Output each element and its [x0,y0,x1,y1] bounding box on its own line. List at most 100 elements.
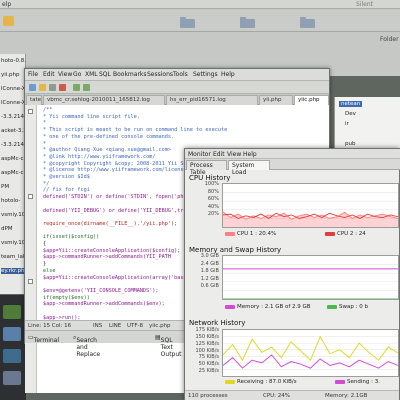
cpu2-swatch[interactable] [325,231,335,236]
receiving-swatch[interactable] [225,379,235,384]
tree-item[interactable]: netean [339,101,363,107]
code-line: $app=Yii::createConsoleApplication(array… [43,274,197,281]
open-file-icon[interactable] [39,84,46,91]
code-line: // fix for fcgi [43,187,90,194]
memory-history-graph [222,255,399,300]
menu-go[interactable]: Go [73,71,81,78]
code-line: * Yii command line script file. [43,113,140,120]
editor-tab[interactable]: hs_err_pid16571.log [166,95,258,105]
line-number-gutter [25,105,37,393]
menu-sessions[interactable]: Sessions [147,71,173,78]
code-line: * [43,120,47,127]
code-line: else [43,267,56,274]
list-item[interactable]: team_lal [1,254,26,260]
folder-icon[interactable] [240,17,255,28]
code-line: * [43,140,47,147]
list-item[interactable]: yii.php [1,72,26,78]
sending-legend: Sending : 3. [335,379,380,385]
file-name: yiic.php [149,323,171,329]
sql-output-label: SQL Text Output [160,337,182,358]
menu-view[interactable]: View [58,71,72,78]
sending-line [223,354,398,369]
list-item[interactable]: ey.rkr.php [1,268,26,274]
menu-xml[interactable]: XML [85,71,98,78]
list-item[interactable]: lConne-X- [1,100,26,106]
code-line: * @copyright Copyright &copy; 2008-2011 … [43,160,206,167]
menu-bookmarks[interactable]: Bookmarks [113,71,147,78]
menu-edit[interactable]: Edit [213,151,225,158]
terminal-label: Terminal [33,337,60,344]
cpu-y-tick: 80% [207,188,219,195]
editor-tab[interactable]: yii.php [259,95,293,105]
new-file-icon[interactable] [29,84,36,91]
background-menu-help[interactable]: elp [2,1,11,8]
list-item[interactable]: PM [1,184,26,190]
cpu1-area [223,211,398,227]
list-item[interactable]: acket-3.3 [1,128,26,134]
sending-swatch[interactable] [335,379,345,384]
code-line: require_once(dirname(__FILE__).'/yii.php… [43,220,178,227]
editor-tab[interactable]: vbmc_cr.sehlog-2010011_165812.log [43,95,165,105]
memory-swatch[interactable] [225,304,235,309]
menu-monitor[interactable]: Monitor [188,151,211,158]
menu-file[interactable]: File [28,71,38,78]
menu-tools[interactable]: Tools [173,71,188,78]
swap-legend-label: Swap : 0 b [339,304,368,310]
tree-item[interactable]: pub [345,141,355,147]
menu-view[interactable]: View [227,151,241,158]
menu-help[interactable]: Help [221,71,235,78]
menu-help[interactable]: Help [243,151,257,158]
close-icon[interactable] [59,84,66,91]
line-mode[interactable]: LINE [109,323,121,329]
network-y-tick: 75 KiB/s [198,354,219,361]
list-item[interactable]: aspMc-c [1,156,26,162]
app-icon[interactable] [3,327,21,341]
fold-marker[interactable] [28,194,33,199]
editor-tab[interactable]: yiic.php [294,95,329,105]
menu-edit[interactable]: Edit [43,71,55,78]
app-icon[interactable] [3,371,21,385]
memory-legend: Memory : 2.1 GB of 2.9 GB [225,304,311,310]
undo-icon[interactable] [73,84,80,91]
tree-item[interactable]: Dev [345,111,356,117]
monitor-tab[interactable]: Process Table [186,160,227,176]
cpu1-swatch[interactable] [225,231,235,236]
search-replace-tab[interactable]: ⌕ Search and Replace [73,334,100,358]
list-item[interactable]: hoto-0.8.2.tar.gz [1,58,26,64]
folder-icon[interactable] [180,17,195,28]
list-item[interactable]: -3.3.214 [1,142,26,148]
list-item[interactable]: hotolo- [1,198,26,204]
encoding[interactable]: UTF-8 [127,323,143,329]
insert-mode[interactable]: INS [93,323,102,329]
cpu2-legend-label: CPU 2 : 24 [337,231,366,237]
menu-sql[interactable]: SQL [99,71,111,78]
redo-icon[interactable] [83,84,90,91]
list-item[interactable]: lConne-X- [1,86,26,92]
list-item[interactable]: aspMc-c [1,170,26,176]
code-line: $env=@getenv('YII_CONSOLE_COMMANDS'); [43,287,159,294]
app-icon[interactable] [3,349,21,363]
menu-settings[interactable]: Settings [193,71,218,78]
list-item[interactable]: vsmiy.10 [1,240,26,246]
editor-tab[interactable]: tate [26,95,42,105]
fold-marker[interactable] [28,279,33,284]
monitor-tab[interactable]: System Load [228,160,270,176]
tree-item[interactable]: ir [345,121,349,127]
list-item[interactable]: -3.3.214 [1,114,26,120]
app-icon[interactable] [3,305,21,319]
folder-icon[interactable] [300,17,315,28]
terminal-tab[interactable]: ▭ Terminal [28,334,59,344]
list-item[interactable]: vsmiy.10 [1,212,26,218]
save-icon[interactable] [49,84,56,91]
code-line: * This script is meant to be run on comm… [43,127,228,134]
sql-output-tab[interactable]: ▤ SQL Text Output [155,334,182,358]
fold-marker[interactable] [28,109,33,114]
background-menubar: elp Silent [0,0,400,9]
editor-toolbar [25,81,329,94]
list-item[interactable]: dPM [1,226,26,232]
folder-icon[interactable] [3,16,14,26]
swap-swatch[interactable] [327,304,337,309]
code-line: */ [43,180,50,187]
network-y-tick: 25 KiB/s [198,368,219,375]
cpu1-legend-label: CPU 1 : 20.4% [237,231,277,237]
